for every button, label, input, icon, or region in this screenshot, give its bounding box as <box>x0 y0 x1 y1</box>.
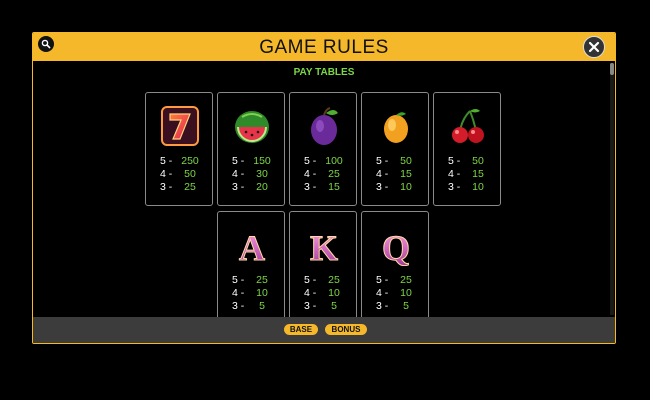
payout-row: 4 -50 <box>160 168 196 180</box>
payout-row: 5 -25 <box>304 274 340 286</box>
paytable-card-lemon: 5 -50 4 -15 3 -10 <box>361 92 429 206</box>
payout-row: 3 -10 <box>376 181 412 193</box>
dialog-header: GAME RULES <box>33 33 615 61</box>
payout-row: 4 -15 <box>376 168 412 180</box>
letter-a-icon: A <box>239 228 266 267</box>
payout-row: 4 -10 <box>232 287 268 299</box>
payout-row: 4 -30 <box>232 168 268 180</box>
scrollbar[interactable] <box>610 63 614 315</box>
cherry-icon <box>452 109 484 143</box>
payout-row: 4 -15 <box>448 168 484 180</box>
scrollbar-thumb[interactable] <box>610 63 614 75</box>
payout-row: 3 -20 <box>232 181 268 193</box>
payout-row: 4 -10 <box>304 287 340 299</box>
payout-row: 5 -150 <box>232 155 271 167</box>
dialog-footer: BASE BONUS <box>33 317 615 343</box>
paytable-card-q: Q 5 -25 4 -10 3 -5 <box>361 211 429 325</box>
paytable-card-cherry: 5 -50 4 -15 3 -10 <box>433 92 501 206</box>
payout-row: 4 -10 <box>376 287 412 299</box>
payout-row: 5 -50 <box>376 155 412 167</box>
svg-text:A: A <box>239 228 265 266</box>
game-rules-dialog: GAME RULES PAY TABLES 5 -250 4 - 50 3 - … <box>32 32 616 344</box>
watermelon-icon <box>235 111 269 143</box>
letter-k-icon: K <box>309 228 338 267</box>
paytable-card-seven: 5 -250 4 -50 3 -25 <box>145 92 213 206</box>
payout-row: 5 -50 <box>448 155 484 167</box>
payout-row: 5 -100 <box>304 155 343 167</box>
paytable-card-plum: 5 -100 4 -25 3 -15 <box>289 92 357 206</box>
payout-row: 5 -25 <box>232 274 268 286</box>
rules-content[interactable]: PAY TABLES 5 -250 4 -50 3 -25 5 - 150 4 … <box>33 61 615 325</box>
letter-q-icon: Q <box>381 228 410 267</box>
svg-text:K: K <box>310 228 338 266</box>
payout-row: 3 -15 <box>304 181 340 193</box>
payout-row: 3 -10 <box>448 181 484 193</box>
payout-row: 3 -5 <box>304 300 337 312</box>
svg-text:Q: Q <box>382 228 410 266</box>
payout-row: 3 -5 <box>232 300 265 312</box>
payout-row: 4 -25 <box>304 168 340 180</box>
paytable-card-a: A 5 -25 4 -10 3 -5 <box>217 211 285 325</box>
lemon-icon <box>384 112 408 143</box>
dialog-title: GAME RULES <box>259 37 389 58</box>
section-title: PAY TABLES <box>293 67 355 78</box>
base-tab-button[interactable]: BASE <box>284 324 318 335</box>
close-button[interactable] <box>583 36 605 58</box>
seven-icon <box>161 106 199 146</box>
close-icon <box>588 41 600 53</box>
payout-row: 3 -25 <box>160 181 196 193</box>
bonus-tab-button[interactable]: BONUS <box>325 324 367 335</box>
plum-icon <box>311 107 338 145</box>
payout-row: 5 -250 <box>160 155 199 167</box>
paytable-card-watermelon: 5 -150 4 -30 3 -20 <box>217 92 285 206</box>
paytable-card-k: K 5 -25 4 -10 3 -5 <box>289 211 357 325</box>
payout-row: 5 -25 <box>376 274 412 286</box>
payout-row: 3 -5 <box>376 300 409 312</box>
